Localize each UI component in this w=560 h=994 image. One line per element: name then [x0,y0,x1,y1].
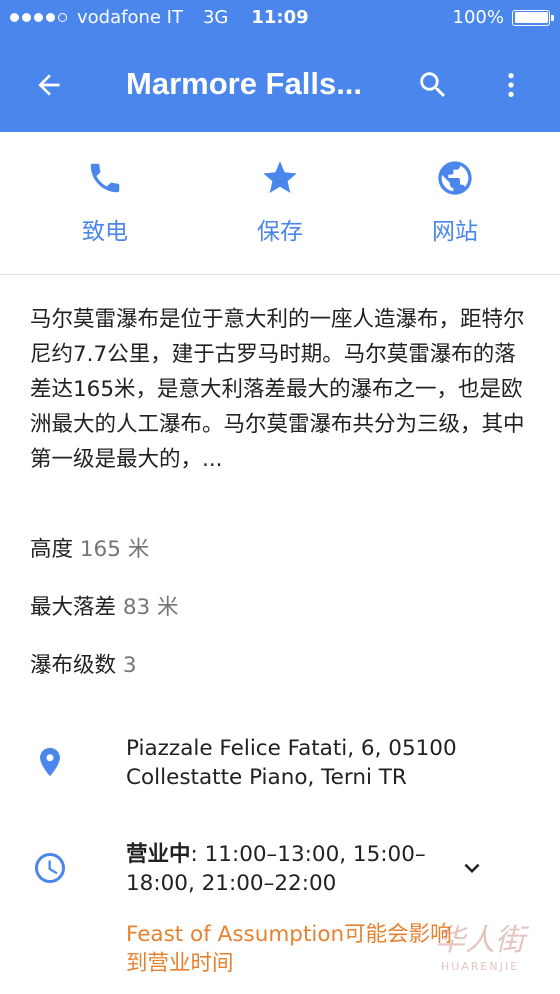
address-text: Piazzale Felice Fatati, 6, 05100 Collest… [126,734,457,792]
action-bar: 致电 保存 网站 [0,132,560,275]
arrow-left-icon [38,74,60,96]
phone-icon [85,158,125,198]
fact-key: 高度 [30,537,74,562]
save-label: 保存 [257,219,303,245]
status-bar: vodafone IT 3G 11:09 100% [0,0,560,36]
place-description[interactable]: 马尔莫雷瀑布是位于意大利的一座人造瀑布，距特尔尼约7.7公里，建于古罗马时期。马… [30,302,534,477]
status-right: 100% [452,7,554,28]
hours-line-1: 营业中: 11:00–13:00, 15:00– [126,840,426,869]
search-icon [420,72,446,98]
more-options-button[interactable] [486,60,536,110]
battery-icon [512,9,554,26]
page-title: Marmore Falls... [126,66,363,101]
back-button[interactable] [24,60,74,110]
website-label: 网站 [432,219,478,245]
fact-key: 最大落差 [30,595,117,620]
battery-percent: 100% [452,7,504,28]
fact-max-drop: 最大落差 83 米 [30,590,179,621]
warning-line-1: Feast of Assumption可能会影响 [126,922,452,947]
address-line-1: Piazzale Felice Fatati, 6, 05100 [126,736,457,761]
more-vert-icon [508,73,514,97]
chevron-down-icon [464,863,480,873]
status-left: vodafone IT 3G [10,7,228,28]
holiday-warning: Feast of Assumption可能会影响 到营业时间 [126,920,452,978]
expand-hours-button[interactable] [454,850,490,886]
fact-tiers: 瀑布级数 3 [30,648,137,679]
warning-line-2: 到营业时间 [126,951,234,976]
address-line-2: Collestatte Piano, Terni TR [126,765,407,790]
location-pin-icon [30,742,70,782]
fact-key: 瀑布级数 [30,653,117,678]
svg-text:HUARENJIE: HUARENJIE [441,960,519,973]
svg-text:华人街: 华人街 [435,923,530,958]
hours-range-1: : 11:00–13:00, 15:00– [190,842,426,867]
website-button[interactable]: 网站 [385,158,525,258]
call-label: 致电 [82,219,128,245]
site-watermark: 华人街 HUARENJIE [414,916,544,976]
signal-strength-icon [10,13,67,22]
hours-text: 营业中: 11:00–13:00, 15:00– 18:00, 21:00–22… [126,840,426,898]
carrier-name: vodafone IT [77,7,183,28]
fact-value: 3 [122,653,137,678]
save-button[interactable]: 保存 [210,158,350,258]
fact-value: 165 米 [79,537,150,562]
fact-value: 83 米 [122,595,179,620]
address-row[interactable]: Piazzale Felice Fatati, 6, 05100 Collest… [0,726,560,806]
star-icon [260,158,300,198]
search-button[interactable] [408,60,458,110]
hours-line-2: 18:00, 21:00–22:00 [126,871,337,896]
app-bar: vodafone IT 3G 11:09 100% Marmore Falls.… [0,0,560,132]
clock-icon [30,848,70,888]
fact-height: 高度 165 米 [30,532,149,563]
network-type: 3G [202,7,229,28]
globe-icon [435,158,475,198]
watermark-logo: 华人街 HUARENJIE [435,923,530,973]
call-button[interactable]: 致电 [35,158,175,258]
open-status: 营业中 [126,842,191,867]
